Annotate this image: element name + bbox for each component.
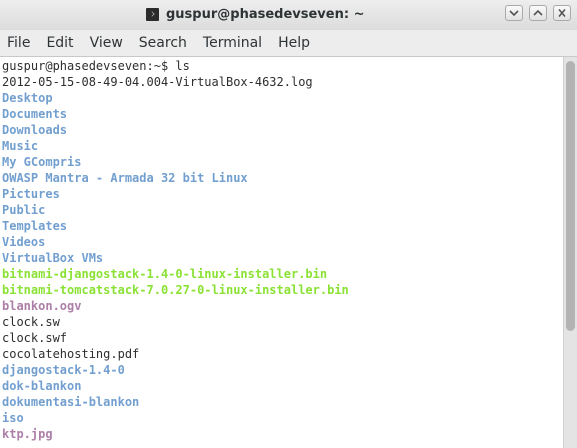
ls-entry: cocolatehosting.pdf <box>2 347 140 361</box>
title-bar[interactable]: guspur@phasedevseven: ~ <box>0 0 577 30</box>
close-button[interactable] <box>553 5 571 21</box>
ls-entry: Videos <box>2 235 46 249</box>
ls-entry: blankon.ogv <box>2 299 82 313</box>
close-icon <box>558 9 566 17</box>
menu-view[interactable]: View <box>82 30 131 56</box>
ls-entry: dok-blankon <box>2 379 82 393</box>
ls-entry: dokumentasi-blankon <box>2 395 140 409</box>
ls-entry: ktp.jpg <box>2 427 53 441</box>
ls-entry: VirtualBox VMs <box>2 251 104 265</box>
menu-bar: File Edit View Search Terminal Help <box>0 30 577 57</box>
prompt-line: guspur@phasedevseven:~$ ls <box>2 59 190 73</box>
menu-terminal[interactable]: Terminal <box>195 30 270 56</box>
ls-entry: Music <box>2 139 39 153</box>
ls-entry: djangostack-1.4-0 <box>2 363 125 377</box>
minimize-icon <box>509 10 519 17</box>
menu-help[interactable]: Help <box>270 30 318 56</box>
window-controls <box>505 5 571 21</box>
menu-file[interactable]: File <box>0 30 38 56</box>
ls-entry: clock.swf <box>2 331 68 345</box>
ls-entry: Downloads <box>2 123 68 137</box>
ls-entry: clock.sw <box>2 315 60 329</box>
terminal-output[interactable]: guspur@phasedevseven:~$ ls 2012-05-15-08… <box>0 57 563 448</box>
maximize-icon <box>533 9 543 16</box>
window-title: guspur@phasedevseven: ~ <box>166 7 365 22</box>
ls-entry: Desktop <box>2 91 53 105</box>
menu-search[interactable]: Search <box>131 30 195 56</box>
ls-entry: bitnami-djangostack-1.4-0-linux-installe… <box>2 267 328 281</box>
terminal-window: guspur@phasedevseven: ~ File Edit View S… <box>0 0 577 448</box>
terminal-icon <box>146 8 159 21</box>
ls-entry: Public <box>2 203 46 217</box>
ls-entry: 2012-05-15-08-49-04.004-VirtualBox-4632.… <box>2 75 313 89</box>
ls-entry: Documents <box>2 107 68 121</box>
ls-entry: Templates <box>2 219 68 233</box>
menu-edit[interactable]: Edit <box>38 30 81 56</box>
maximize-button[interactable] <box>529 5 547 21</box>
ls-entry: iso <box>2 411 24 425</box>
ls-entry: OWASP Mantra - Armada 32 bit Linux <box>2 171 248 185</box>
minimize-button[interactable] <box>505 5 523 21</box>
ls-entry: My GCompris <box>2 155 82 169</box>
vertical-scrollbar[interactable] <box>563 57 577 448</box>
scrollbar-thumb[interactable] <box>566 61 575 331</box>
ls-entry: bitnami-tomcatstack-7.0.27-0-linux-insta… <box>2 283 349 297</box>
ls-entry: Pictures <box>2 187 60 201</box>
